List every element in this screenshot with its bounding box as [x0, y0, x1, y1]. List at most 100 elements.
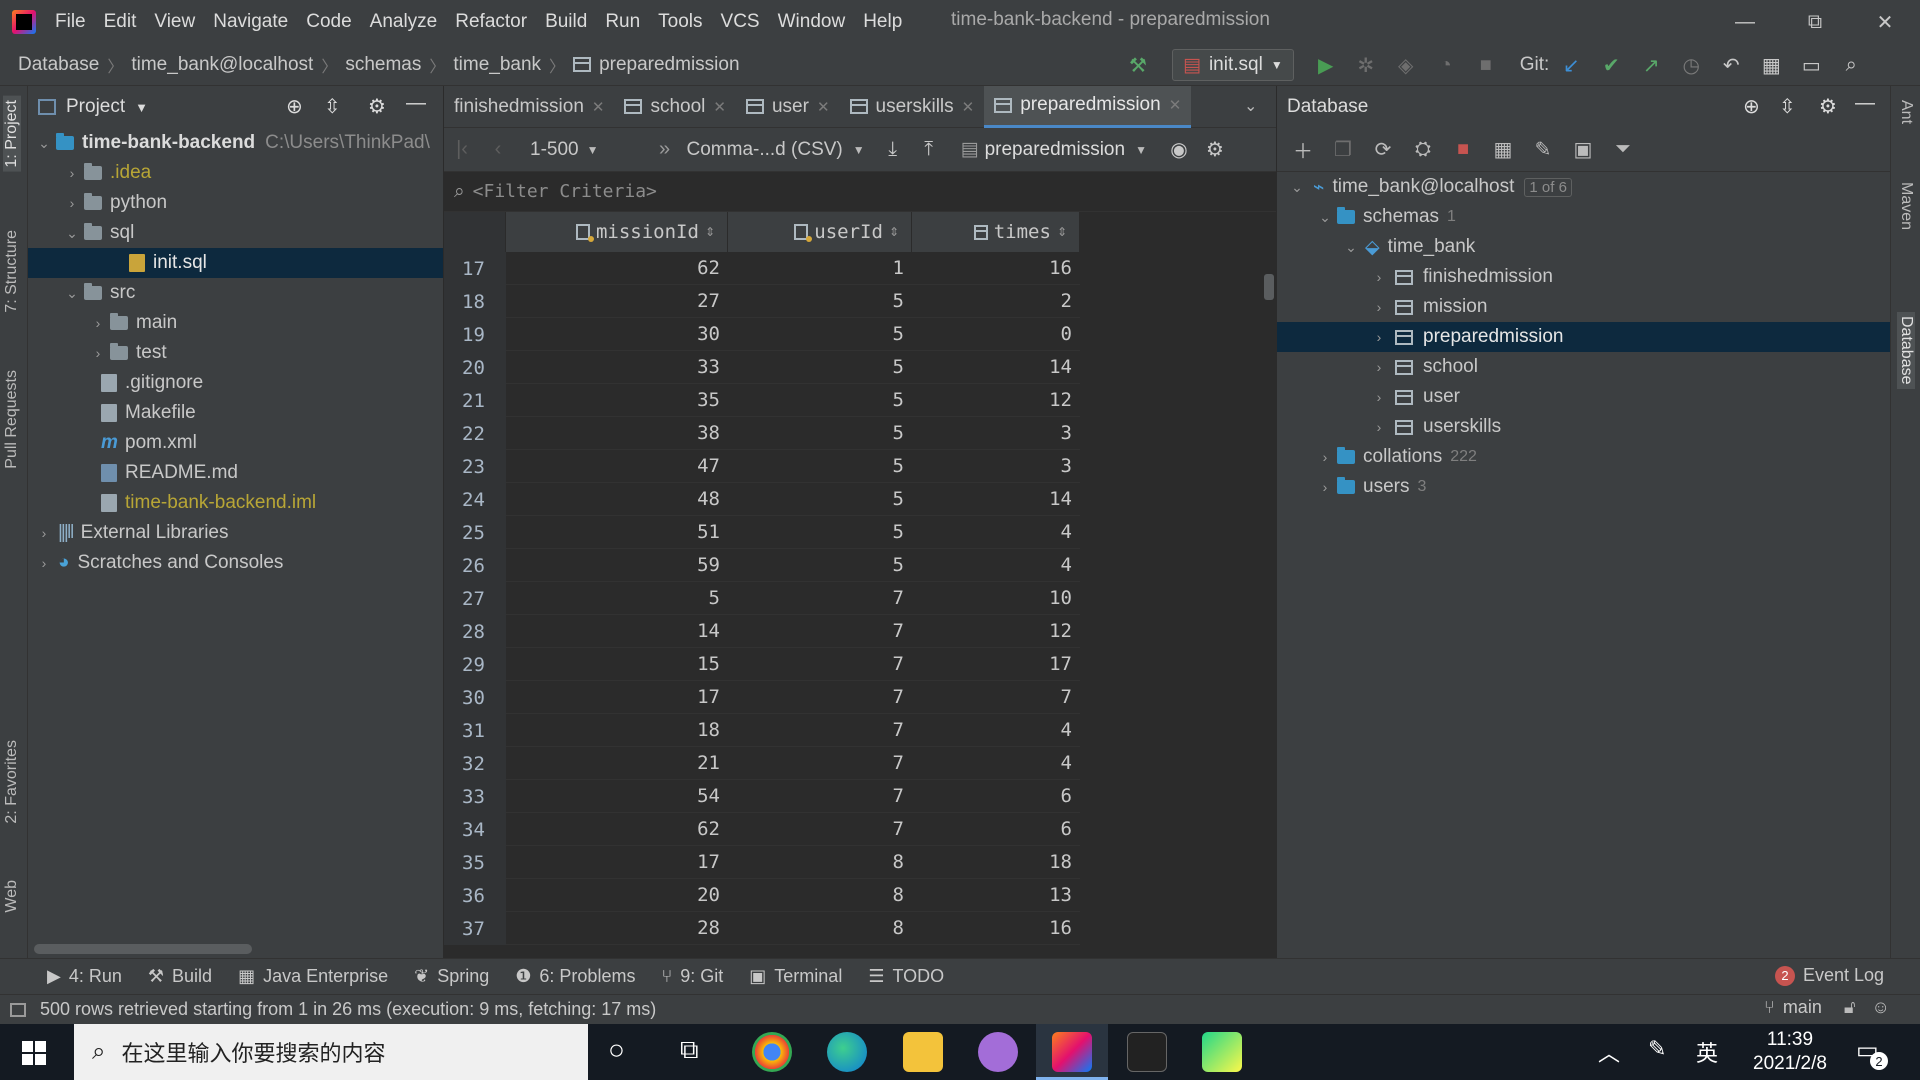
tree-item-test[interactable]: › test	[28, 338, 443, 368]
table-cell-missionid[interactable]: 15	[506, 648, 728, 681]
table-cell-userid[interactable]: 8	[728, 846, 912, 879]
table-cell-missionid[interactable]: 54	[506, 780, 728, 813]
tree-root-time-bank-backend[interactable]: ⌄ time-bank-backend C:\Users\ThinkPad\	[28, 128, 443, 158]
search-icon[interactable]: ⌕	[1833, 47, 1869, 83]
table-cell-times[interactable]: 14	[912, 351, 1080, 384]
table-cell-times[interactable]: 14	[912, 483, 1080, 516]
taskbar-clock[interactable]: 11:39 2021/2/8	[1740, 1028, 1840, 1076]
db-tree-collations[interactable]: › collations 222	[1277, 442, 1890, 472]
pen-icon[interactable]: ✎	[1648, 1036, 1666, 1062]
row-number[interactable]: 33	[444, 780, 506, 813]
table-cell-missionid[interactable]: 30	[506, 318, 728, 351]
table-cell-missionid[interactable]: 48	[506, 483, 728, 516]
hide-panel-icon[interactable]: —	[1855, 92, 1875, 115]
task-view-icon[interactable]: ⧉	[680, 1034, 699, 1066]
db-tree-table-mission[interactable]: › mission	[1277, 292, 1890, 322]
stop-icon[interactable]: ■	[1468, 47, 1504, 83]
close-button[interactable]: ✕	[1850, 0, 1920, 44]
row-number[interactable]: 26	[444, 549, 506, 582]
tool-tab-ant[interactable]: Ant	[1897, 100, 1915, 124]
row-number[interactable]: 32	[444, 747, 506, 780]
project-panel-title[interactable]: Project	[66, 96, 125, 118]
row-number[interactable]: 22	[444, 417, 506, 450]
git-history-icon[interactable]: ◷	[1673, 47, 1709, 83]
table-cell-missionid[interactable]: 62	[506, 252, 728, 285]
table-cell-missionid[interactable]: 20	[506, 879, 728, 912]
filter-criteria-input[interactable]: <Filter Criteria>	[473, 181, 657, 202]
menu-navigate[interactable]: Navigate	[204, 11, 297, 33]
restore-button[interactable]: ⧉	[1780, 0, 1850, 44]
tree-item-gitignore[interactable]: .gitignore	[28, 368, 443, 398]
git-branch-widget[interactable]: ⑂ main 🔓︎ ☺	[1764, 997, 1890, 1018]
table-cell-times[interactable]: 13	[912, 879, 1080, 912]
first-page-icon[interactable]: |‹	[444, 132, 480, 168]
tool-tab-problems[interactable]: ❶ 6: Problems	[502, 966, 648, 987]
locate-icon[interactable]: ⊕	[286, 94, 303, 119]
table-cell-userid[interactable]: 7	[728, 813, 912, 846]
upload-icon[interactable]: ⤒	[911, 132, 947, 168]
table-cell-times[interactable]: 4	[912, 747, 1080, 780]
table-cell-userid[interactable]: 5	[728, 417, 912, 450]
sort-icon[interactable]: ⇕	[705, 225, 715, 239]
tool-tab-pull-requests[interactable]: Pull Requests	[3, 370, 21, 469]
tool-tab-web[interactable]: Web	[3, 880, 21, 913]
gear-icon[interactable]: ⚙	[1197, 132, 1233, 168]
db-tree-users[interactable]: › users 3	[1277, 472, 1890, 502]
table-cell-userid[interactable]: 5	[728, 285, 912, 318]
chevron-down-icon[interactable]: ▼	[1135, 143, 1147, 157]
lock-icon[interactable]: 🔓︎	[1844, 997, 1856, 1018]
git-commit-icon[interactable]: ✔	[1593, 47, 1629, 83]
refresh-icon[interactable]: ⟳	[1365, 132, 1401, 168]
table-cell-missionid[interactable]: 5	[506, 582, 728, 615]
menu-analyze[interactable]: Analyze	[361, 11, 447, 33]
sort-icon[interactable]: ⇕	[1057, 225, 1067, 239]
row-number[interactable]: 28	[444, 615, 506, 648]
github-desktop-icon[interactable]	[978, 1032, 1018, 1072]
table-selector[interactable]: preparedmission	[985, 139, 1125, 161]
tool-tab-java-enterprise[interactable]: ▦ Java Enterprise	[225, 966, 401, 987]
intellij-taskbar-icon[interactable]	[1052, 1032, 1092, 1072]
row-number[interactable]: 19	[444, 318, 506, 351]
tree-item-main[interactable]: › main	[28, 308, 443, 338]
mysql-workbench-icon[interactable]	[1127, 1032, 1167, 1072]
breadcrumb-connection[interactable]: time_bank@localhost	[131, 54, 313, 76]
table-cell-times[interactable]: 3	[912, 417, 1080, 450]
table-cell-missionid[interactable]: 33	[506, 351, 728, 384]
table-cell-userid[interactable]: 7	[728, 780, 912, 813]
column-header-missionid[interactable]: missionId ⇕	[506, 212, 728, 252]
table-cell-times[interactable]: 17	[912, 648, 1080, 681]
row-number[interactable]: 37	[444, 912, 506, 945]
table-cell-missionid[interactable]: 51	[506, 516, 728, 549]
menu-help[interactable]: Help	[854, 11, 911, 33]
edit-icon[interactable]: ✎	[1525, 132, 1561, 168]
table-cell-times[interactable]: 4	[912, 714, 1080, 747]
row-number[interactable]: 24	[444, 483, 506, 516]
tree-item-pom-xml[interactable]: m pom.xml	[28, 428, 443, 458]
file-explorer-icon[interactable]	[903, 1032, 943, 1072]
copy-icon[interactable]: ❐	[1325, 132, 1361, 168]
git-push-icon[interactable]: ↗	[1633, 47, 1669, 83]
table-cell-userid[interactable]: 1	[728, 252, 912, 285]
tool-tab-terminal[interactable]: ▣ Terminal	[736, 966, 855, 987]
table-cell-times[interactable]: 16	[912, 252, 1080, 285]
menu-run[interactable]: Run	[596, 11, 649, 33]
table-cell-missionid[interactable]: 17	[506, 846, 728, 879]
table-cell-userid[interactable]: 5	[728, 516, 912, 549]
table-cell-times[interactable]: 10	[912, 582, 1080, 615]
project-structure-icon[interactable]: ▦	[1753, 47, 1789, 83]
tree-item-idea[interactable]: › .idea	[28, 158, 443, 188]
table-cell-missionid[interactable]: 21	[506, 747, 728, 780]
profile-icon[interactable]: ◔	[1428, 47, 1464, 83]
edge-icon[interactable]	[827, 1032, 867, 1072]
debug-icon[interactable]: ✲	[1348, 47, 1384, 83]
vertical-scrollbar[interactable]	[1264, 274, 1274, 300]
windows-start-icon[interactable]	[22, 1041, 46, 1065]
table-cell-times[interactable]: 18	[912, 846, 1080, 879]
row-number[interactable]: 20	[444, 351, 506, 384]
query-console-icon[interactable]: ▣	[1565, 132, 1601, 168]
filter-icon[interactable]: ⏷	[1605, 132, 1641, 168]
cortana-icon[interactable]: ○	[608, 1034, 625, 1066]
add-icon[interactable]: ＋	[1285, 132, 1321, 168]
chevron-down-icon[interactable]: ▼	[135, 100, 148, 115]
table-cell-missionid[interactable]: 59	[506, 549, 728, 582]
